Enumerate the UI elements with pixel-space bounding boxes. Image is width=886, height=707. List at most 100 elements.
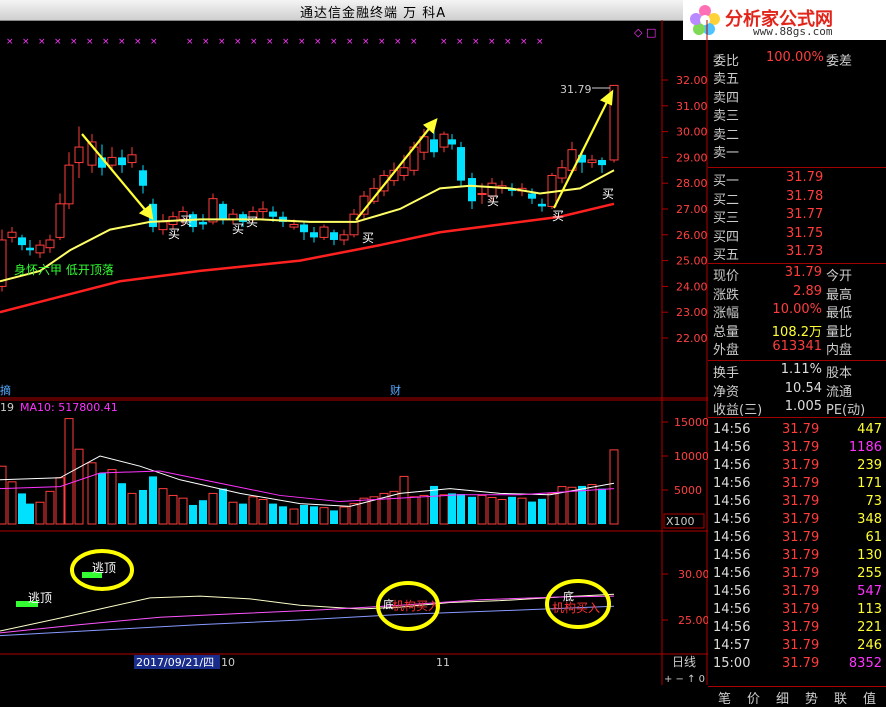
svg-text:×: × [186, 37, 194, 47]
ask-label: 卖四 [713, 90, 740, 106]
tab-3[interactable]: 势 [805, 688, 818, 707]
pattern-label: 身怀六甲 低开顶落 [14, 262, 114, 277]
svg-text:×: × [150, 37, 158, 47]
price-axis: 32.00 31.00 30.00 29.00 28.00 27.00 26.00 25.00… [662, 74, 708, 345]
indicator-axis: 30.00 25.00 [662, 568, 708, 627]
svg-text:买: 买 [362, 231, 374, 245]
period-label[interactable]: 日线 [672, 655, 696, 669]
svg-text:×: × [536, 37, 544, 47]
bid-price: 31.79 [786, 170, 824, 185]
svg-text:×: × [202, 37, 210, 47]
svg-text:买: 买 [487, 194, 499, 208]
ask-label: 卖一 [713, 146, 740, 161]
logo-url: www.88gs.com [753, 25, 833, 38]
svg-text:买: 买 [180, 214, 192, 228]
svg-text:×: × [250, 37, 258, 47]
svg-text:15000: 15000 [674, 416, 708, 429]
svg-text:×: × [118, 37, 126, 47]
bid-price: 31.73 [786, 244, 824, 259]
bid-row: 买二 31.78 [708, 188, 886, 208]
stat-row: 涨幅 10.00% 最低 [713, 302, 853, 321]
bid-row: 买三 31.77 [708, 207, 886, 226]
tick-row: 14:56 31.79 447 [713, 422, 882, 437]
ask-label: 卖二 [713, 127, 740, 143]
tick-row: 14:56 31.79 171 [713, 476, 882, 491]
svg-text:31.00: 31.00 [676, 100, 708, 113]
svg-text:×: × [394, 37, 402, 47]
left-edge-marker: 摘 [0, 383, 11, 397]
tick-row: 14:56 31.79 73 [713, 494, 882, 509]
svg-text:28.00: 28.00 [676, 177, 708, 190]
tick-row: 15:00 31.79 8352 [713, 656, 882, 671]
peak-price-label: 31.79 [560, 83, 592, 96]
inst-buy-signal-1: 机构买入 [392, 598, 440, 613]
svg-text:×: × [472, 37, 480, 47]
svg-text:×: × [330, 37, 338, 47]
tab-2[interactable]: 细 [776, 688, 789, 707]
bid-price: 31.77 [786, 207, 824, 222]
month-11: 11 [436, 656, 450, 669]
tab-1[interactable]: 价 [747, 688, 760, 707]
top-x-markers: × × × × × × × × × × × × × × × × × × × × × × × × × × × × × × × × [6, 37, 544, 47]
ask-row: 卖四 [708, 87, 886, 106]
bid-label: 买二 [713, 192, 740, 208]
svg-text:×: × [6, 37, 14, 47]
ask-row: 卖三 [708, 105, 886, 124]
panel-frames [0, 20, 708, 685]
bid-price: 31.75 [786, 225, 824, 241]
bottom-tabs: 笔价细势联值 [708, 686, 886, 707]
stat-row: 现价 31.79 今开 [713, 265, 853, 284]
svg-text:23.00: 23.00 [676, 306, 708, 319]
bid-row: 买四 31.75 [708, 225, 886, 245]
stat-row: 涨跌 2.89 最高 [713, 283, 853, 303]
bid-row: 买五 31.73 [708, 244, 886, 263]
ma10-label: MA10: 517800.41 [20, 401, 118, 414]
svg-text:29.00: 29.00 [676, 151, 708, 164]
inst-buy-signal-2: 机构买入 [552, 600, 600, 615]
ask-row: 卖一 [708, 142, 886, 161]
svg-text:×: × [266, 37, 274, 47]
svg-text:×: × [378, 37, 386, 47]
tab-0[interactable]: 笔 [718, 688, 731, 707]
diamond-icon[interactable]: ◇ □ [634, 26, 656, 39]
stat2-row: 换手 1.11% 股本 [713, 362, 853, 381]
quote-ratio-row: 委比 100.00% 委差 [713, 50, 853, 69]
svg-text:×: × [102, 37, 110, 47]
tab-5[interactable]: 值 [863, 688, 876, 707]
ma-slow-line [0, 202, 615, 314]
chart-area[interactable]: × × × × × × × × × × × × × × × × × × × × × × × × × × × × × × × × 32.00 31… [0, 20, 708, 685]
svg-text:×: × [456, 37, 464, 47]
svg-text:×: × [488, 37, 496, 47]
indicator-white-line [0, 593, 615, 632]
ask-row: 卖二 [708, 124, 886, 143]
zoom-controls[interactable]: + − ↑ 0 [664, 674, 705, 685]
cai-marker: 财 [390, 383, 401, 397]
svg-text:27.00: 27.00 [676, 203, 708, 216]
svg-text:×: × [504, 37, 512, 47]
svg-text:×: × [22, 37, 30, 47]
svg-text:24.00: 24.00 [676, 280, 708, 293]
tick-row: 14:57 31.79 246 [713, 638, 882, 653]
stat2-row: 收益(三) 1.005 PE(动) [713, 399, 866, 418]
tick-row: 14:56 31.79 221 [713, 620, 882, 635]
svg-text:×: × [520, 37, 528, 47]
tick-row: 14:56 31.79 547 [713, 584, 882, 599]
svg-text:×: × [54, 37, 62, 47]
tick-row: 14:56 31.79 130 [713, 548, 882, 563]
volume-unit: X100 [666, 515, 695, 528]
tick-row: 14:56 31.79 113 [713, 602, 882, 617]
volume-bars [0, 418, 619, 525]
svg-text:买: 买 [602, 187, 614, 201]
stat-row: 总量 108.2万 量比 [713, 324, 853, 340]
bid-label: 买三 [713, 211, 740, 226]
tab-4[interactable]: 联 [834, 688, 847, 707]
svg-text:×: × [38, 37, 46, 47]
svg-text:×: × [298, 37, 306, 47]
svg-text:32.00: 32.00 [676, 74, 708, 87]
svg-text:买: 买 [168, 227, 180, 241]
bid-price: 31.78 [786, 188, 824, 204]
svg-text:×: × [234, 37, 242, 47]
watermark-logo: 分析家公式网 www.88gs.com [683, 0, 886, 40]
svg-text:×: × [86, 37, 94, 47]
svg-text:×: × [314, 37, 322, 47]
